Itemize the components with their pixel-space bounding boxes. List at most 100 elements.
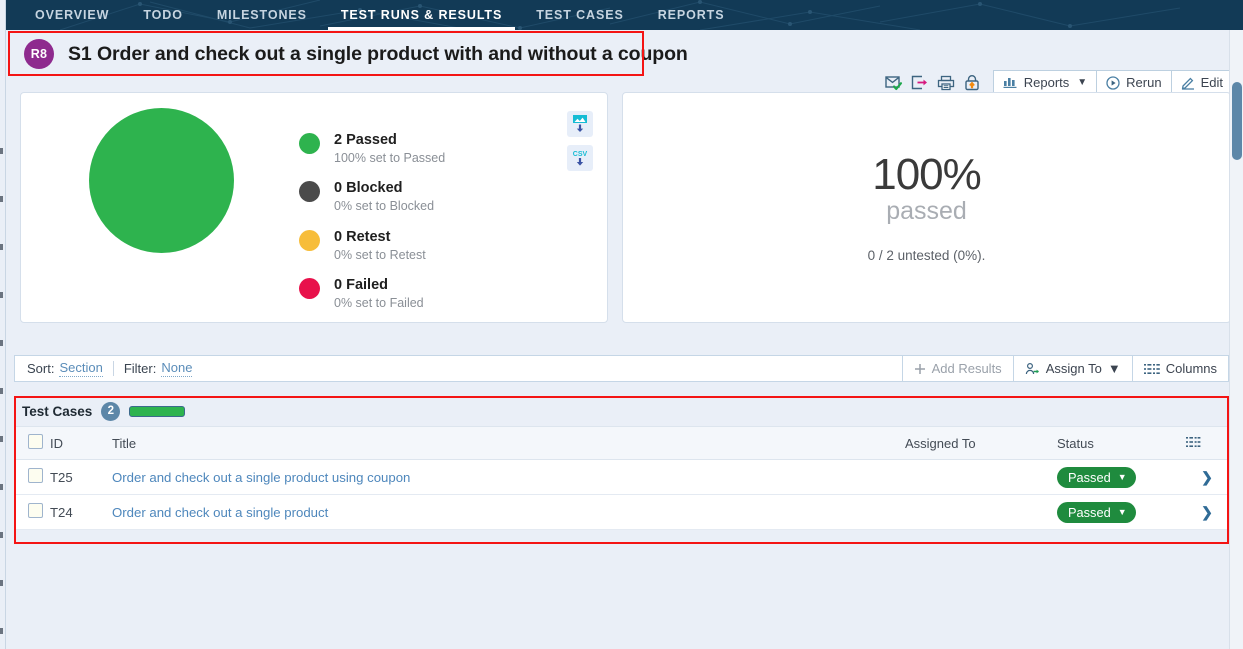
add-results-button[interactable]: Add Results — [903, 355, 1014, 382]
row-title-cell: Order and check out a single product usi… — [112, 460, 905, 495]
table-row[interactable]: T24 Order and check out a single product… — [14, 495, 1229, 530]
page-title: S1 Order and check out a single product … — [68, 43, 688, 66]
test-cases-table: ID Title Assigned To Status — [14, 426, 1229, 530]
results-actions: Add Results Assign To ▼ — [903, 355, 1229, 382]
select-all-header — [14, 427, 50, 460]
row-checkbox[interactable] — [28, 503, 43, 518]
legend-retest-sub: 0% set to Retest — [334, 246, 426, 264]
select-all-checkbox[interactable] — [28, 434, 43, 449]
row-select-cell — [14, 495, 50, 530]
row-id: T25 — [50, 460, 112, 495]
nav-item-test-runs-and-results[interactable]: TEST RUNS & RESULTS — [324, 0, 519, 30]
row-id: T24 — [50, 495, 112, 530]
pencil-icon — [1181, 76, 1195, 90]
pass-rate-card: 100% passed 0 / 2 untested (0%). — [622, 92, 1231, 323]
legend-retest-count: 0 Retest — [334, 228, 426, 246]
test-cases-count-badge: 2 — [101, 402, 120, 421]
chevron-down-icon: ▼ — [1118, 507, 1127, 517]
rerun-button-label: Rerun — [1126, 75, 1161, 90]
column-header-status[interactable]: Status — [1057, 427, 1185, 460]
nav-item-milestones[interactable]: MILESTONES — [200, 0, 324, 30]
summary-cards: 2 Passed 100% set to Passed 0 Blocked 0%… — [20, 92, 1231, 323]
test-cases-heading: Test Cases — [22, 404, 92, 419]
test-cases-header: Test Cases 2 — [14, 396, 1229, 426]
test-cases-section: Test Cases 2 ID Title Assigned To Status — [14, 396, 1229, 544]
chevron-down-icon: ▼ — [1108, 361, 1121, 376]
svg-text:CSV: CSV — [573, 151, 588, 158]
column-header-title[interactable]: Title — [112, 427, 905, 460]
chevron-right-icon[interactable]: ❯ — [1201, 469, 1213, 485]
left-edge-strip — [0, 0, 6, 649]
filter-value-link[interactable]: None — [161, 360, 192, 377]
legend-passed-count: 2 Passed — [334, 131, 445, 149]
table-row[interactable]: T25 Order and check out a single product… — [14, 460, 1229, 495]
download-image-icon[interactable] — [567, 111, 593, 137]
scrollbar-thumb[interactable] — [1232, 82, 1242, 160]
columns-button[interactable]: Columns — [1133, 355, 1229, 382]
plus-icon — [914, 363, 926, 375]
nav-item-todo[interactable]: TODO — [126, 0, 199, 30]
legend-blocked-sub: 0% set to Blocked — [334, 197, 434, 215]
legend-dot-failed — [299, 278, 320, 299]
add-results-label: Add Results — [932, 361, 1002, 376]
legend-item-retest: 0 Retest 0% set to Retest — [299, 228, 445, 264]
export-icon[interactable] — [907, 71, 933, 95]
email-check-icon[interactable] — [881, 71, 907, 95]
legend-blocked-count: 0 Blocked — [334, 179, 434, 197]
nav-item-reports[interactable]: REPORTS — [641, 0, 742, 30]
legend-item-passed: 2 Passed 100% set to Passed — [299, 131, 445, 167]
row-open-cell: ❯ — [1185, 460, 1229, 495]
legend-dot-retest — [299, 230, 320, 251]
run-title-group: R8 S1 Order and check out a single produ… — [14, 32, 688, 76]
chevron-right-icon[interactable]: ❯ — [1201, 504, 1213, 520]
assign-user-icon — [1025, 362, 1040, 376]
print-icon[interactable] — [933, 71, 959, 95]
columns-icon — [1185, 436, 1201, 448]
download-csv-icon[interactable]: CSV — [567, 145, 593, 171]
columns-label: Columns — [1166, 361, 1217, 376]
column-header-assigned-to[interactable]: Assigned To — [905, 427, 1057, 460]
nav-item-list: OVERVIEW TODO MILESTONES TEST RUNS & RES… — [0, 0, 1243, 30]
test-cases-progress-bar — [129, 406, 185, 417]
chart-download-buttons: CSV — [567, 111, 593, 171]
legend-failed-sub: 0% set to Failed — [334, 294, 424, 312]
filter-label: Filter: — [124, 361, 157, 376]
sort-value-link[interactable]: Section — [59, 360, 102, 377]
row-assigned-to — [905, 460, 1057, 495]
play-circle-icon — [1106, 76, 1120, 90]
chevron-down-icon: ▼ — [1077, 77, 1087, 88]
row-status-cell: Passed ▼ — [1057, 460, 1185, 495]
bar-chart-icon — [1003, 76, 1018, 89]
run-header-bar: R8 S1 Order and check out a single produ… — [6, 30, 1243, 78]
row-title-link[interactable]: Order and check out a single product usi… — [112, 470, 410, 485]
status-badge[interactable]: Passed ▼ — [1057, 502, 1136, 523]
pass-rate-content: 100% passed 0 / 2 untested (0%). — [623, 93, 1230, 322]
legend-item-failed: 0 Failed 0% set to Failed — [299, 276, 445, 312]
toolbar-divider — [113, 361, 114, 376]
column-header-id[interactable]: ID — [50, 427, 112, 460]
column-options-header[interactable] — [1185, 427, 1229, 460]
row-status-cell: Passed ▼ — [1057, 495, 1185, 530]
legend-dot-passed — [299, 133, 320, 154]
table-header-row: ID Title Assigned To Status — [14, 427, 1229, 460]
legend-dot-blocked — [299, 181, 320, 202]
left-edge-ticks — [0, 0, 6, 649]
pass-rate-label: passed — [886, 196, 967, 226]
status-badge[interactable]: Passed ▼ — [1057, 467, 1136, 488]
row-checkbox[interactable] — [28, 468, 43, 483]
nav-item-overview[interactable]: OVERVIEW — [18, 0, 126, 30]
page-bottom-area — [6, 544, 1229, 649]
page-root: OVERVIEW TODO MILESTONES TEST RUNS & RES… — [0, 0, 1243, 649]
chart-legend: 2 Passed 100% set to Passed 0 Blocked 0%… — [299, 131, 445, 324]
row-title-link[interactable]: Order and check out a single product — [112, 505, 328, 520]
row-select-cell — [14, 460, 50, 495]
sort-label: Sort: — [27, 361, 54, 376]
status-badge-label: Passed — [1068, 470, 1111, 485]
legend-passed-sub: 100% set to Passed — [334, 149, 445, 167]
top-navigation-bar: OVERVIEW TODO MILESTONES TEST RUNS & RES… — [0, 0, 1243, 30]
page-scrollbar[interactable] — [1229, 30, 1243, 649]
lock-icon[interactable] — [959, 71, 985, 95]
nav-item-test-cases[interactable]: TEST CASES — [519, 0, 641, 30]
assign-to-button[interactable]: Assign To ▼ — [1014, 355, 1133, 382]
chevron-down-icon: ▼ — [1118, 472, 1127, 482]
